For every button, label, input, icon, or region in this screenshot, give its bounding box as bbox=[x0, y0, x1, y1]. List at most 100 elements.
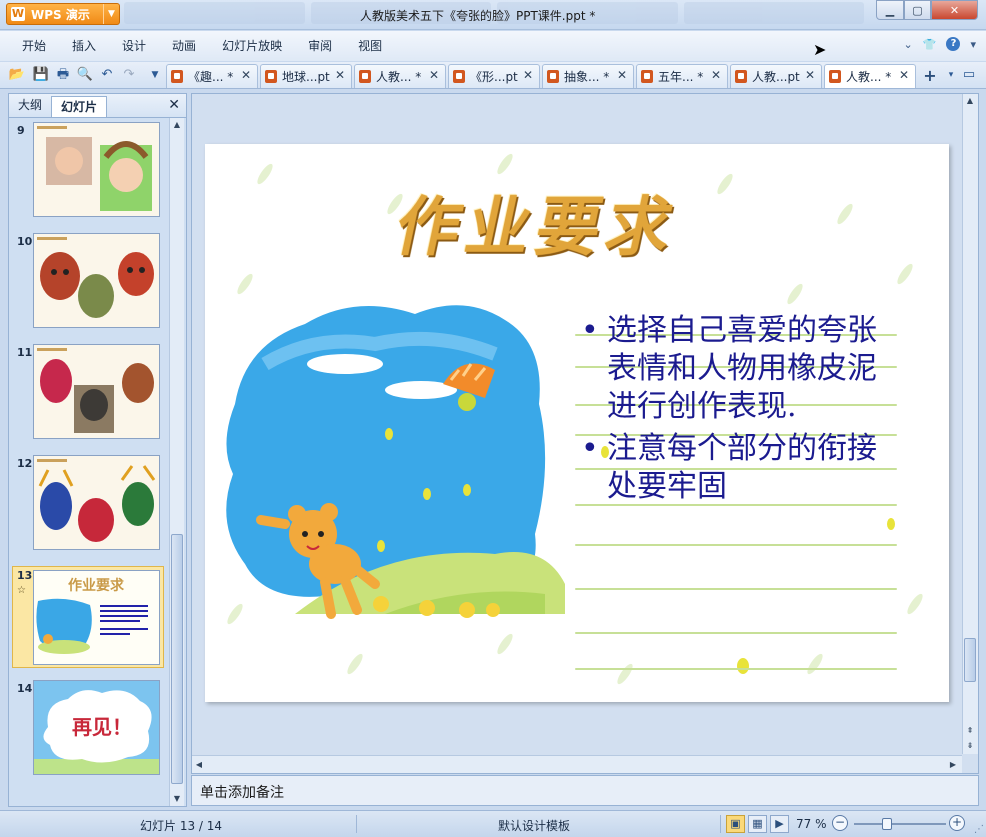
window-list-icon[interactable]: ▭ bbox=[960, 66, 978, 84]
close-tab-icon[interactable]: ✕ bbox=[523, 68, 533, 82]
menu-review[interactable]: 审阅 bbox=[295, 31, 345, 61]
doc-tab-label: 人教... * bbox=[846, 70, 892, 84]
tab-slides[interactable]: 幻灯片 bbox=[51, 96, 108, 117]
close-panel-icon[interactable]: ✕ bbox=[168, 97, 180, 113]
notes-pane[interactable]: 单击添加备注 bbox=[191, 775, 979, 806]
slide-body-textbox[interactable]: 选择自己喜爱的夸张表情和人物用橡皮泥进行创作表现. 注意每个部分的衔接处要牢固 bbox=[579, 312, 897, 510]
window-title: 人教版美术五下《夸张的脸》PPT课件.ppt * bbox=[360, 9, 596, 23]
menu-right-tools: ⌄ 👕 ? ▾ bbox=[904, 37, 976, 51]
bullet-item: 注意每个部分的衔接处要牢固 bbox=[579, 430, 897, 506]
ppt-file-icon bbox=[453, 70, 465, 83]
redo-icon[interactable]: ↷ bbox=[120, 66, 138, 84]
editor-vertical-scrollbar[interactable]: ▲ ⇞ ⇟ bbox=[962, 94, 978, 754]
scroll-up-icon[interactable]: ▲ bbox=[963, 94, 977, 108]
doc-tab-label: 《形...pt bbox=[470, 70, 518, 84]
zoom-slider-thumb[interactable] bbox=[882, 818, 892, 830]
close-tab-icon[interactable]: ✕ bbox=[617, 68, 627, 82]
resize-grip-icon[interactable]: ⋰ bbox=[974, 824, 984, 835]
bullet-item: 选择自己喜爱的夸张表情和人物用橡皮泥进行创作表现. bbox=[579, 312, 897, 426]
doc-tab[interactable]: 《趣... * ✕ bbox=[166, 64, 258, 88]
open-icon[interactable]: 📂 bbox=[8, 66, 26, 84]
scroll-down-icon[interactable]: ▼ bbox=[170, 792, 184, 806]
slide-title[interactable]: 作业要求 bbox=[388, 176, 688, 268]
notes-placeholder[interactable]: 单击添加备注 bbox=[200, 782, 284, 802]
slide-thumbnail[interactable]: 9 bbox=[13, 122, 165, 220]
thumbnail-scrollbar[interactable]: ▲ ▼ bbox=[169, 118, 184, 806]
menu-slideshow[interactable]: 幻灯片放映 bbox=[209, 31, 295, 61]
slide-thumbnail-selected[interactable]: 13 ☆ 作业要求 bbox=[12, 566, 164, 668]
print-preview-icon[interactable]: 🔍 bbox=[76, 66, 94, 84]
animation-star-icon: ☆ bbox=[17, 585, 26, 596]
slide-preview: 再见！ bbox=[33, 680, 160, 775]
normal-view-icon[interactable]: ▣ bbox=[726, 815, 745, 833]
design-template-name[interactable]: 默认设计模板 bbox=[498, 817, 570, 834]
editor-horizontal-scrollbar[interactable]: ◀ ▶ bbox=[192, 755, 962, 773]
slide-thumbnail[interactable]: 12 bbox=[13, 455, 165, 553]
previous-slide-icon[interactable]: ⇞ bbox=[963, 724, 977, 738]
help-icon[interactable]: ? bbox=[946, 37, 961, 51]
scrollbar-thumb[interactable] bbox=[171, 534, 183, 784]
slideshow-view-icon[interactable]: ▶ bbox=[770, 815, 789, 833]
colorful-masks-image bbox=[34, 456, 159, 549]
app-label: WPS 演示 bbox=[31, 7, 90, 22]
close-tab-icon[interactable]: ✕ bbox=[805, 68, 815, 82]
doc-tab[interactable]: 《形...pt ✕ bbox=[448, 64, 540, 88]
doc-tab[interactable]: 地球...pt ✕ bbox=[260, 64, 352, 88]
maximize-button[interactable]: ▢ bbox=[904, 0, 931, 20]
doc-tab[interactable]: 人教...pt ✕ bbox=[730, 64, 822, 88]
menu-design[interactable]: 设计 bbox=[109, 31, 159, 61]
doc-tab[interactable]: 人教... * ✕ bbox=[354, 64, 446, 88]
zoom-slider-track[interactable] bbox=[854, 823, 946, 825]
scroll-up-icon[interactable]: ▲ bbox=[170, 118, 184, 132]
scrollbar-thumb[interactable] bbox=[964, 638, 976, 682]
toolbar: 📂 💾 🖶 🔍 ↶ ↷ ▼ 《趣... * ✕ 地球...pt ✕ 人教... … bbox=[0, 62, 986, 89]
doc-tab[interactable]: 五年... * ✕ bbox=[636, 64, 728, 88]
chevron-down-icon[interactable]: ▼ bbox=[103, 4, 119, 24]
thumbnail-list: 9 10 11 12 13 ☆ 作业要求 14 再见！ bbox=[9, 118, 169, 807]
next-slide-icon[interactable]: ⇟ bbox=[963, 739, 977, 753]
close-tab-icon[interactable]: ✕ bbox=[899, 68, 909, 82]
scroll-right-icon[interactable]: ▶ bbox=[946, 758, 960, 772]
slide-number: 13 bbox=[17, 569, 33, 582]
divider bbox=[720, 815, 721, 833]
scroll-left-icon[interactable]: ◀ bbox=[192, 758, 206, 772]
menu-insert[interactable]: 插入 bbox=[59, 31, 109, 61]
slide-number: 11 bbox=[17, 346, 33, 359]
close-tab-icon[interactable]: ✕ bbox=[335, 68, 345, 82]
menu-view[interactable]: 视图 bbox=[345, 31, 395, 61]
close-button[interactable]: ✕ bbox=[931, 0, 978, 20]
close-tab-icon[interactable]: ✕ bbox=[241, 68, 251, 82]
zoom-out-icon[interactable]: − bbox=[832, 815, 848, 831]
slide-sorter-view-icon[interactable]: ▦ bbox=[748, 815, 767, 833]
chevron-down-icon[interactable]: ⌄ bbox=[904, 38, 913, 51]
doc-tab-label: 人教...pt bbox=[752, 70, 800, 84]
wps-app-menu-button[interactable]: W WPS 演示 ▼ bbox=[6, 3, 120, 25]
current-slide[interactable]: 作业要求 选择自己喜爱的夸张表情和人物用橡皮泥进行创作表现. 注意每个部分的衔接… bbox=[205, 144, 949, 702]
print-icon[interactable]: 🖶 bbox=[54, 66, 72, 84]
chevron-down-icon[interactable]: ▾ bbox=[942, 66, 960, 84]
doc-tab-active[interactable]: 人教... * ✕ bbox=[824, 64, 916, 88]
customize-icon[interactable]: ▼ bbox=[146, 66, 164, 84]
zoom-in-icon[interactable]: + bbox=[949, 815, 965, 831]
chevron-down-icon[interactable]: ▾ bbox=[970, 38, 976, 51]
doc-tab[interactable]: 抽象... * ✕ bbox=[542, 64, 634, 88]
ruled-line bbox=[575, 632, 897, 634]
slide-number: 9 bbox=[17, 124, 25, 137]
menu-home[interactable]: 开始 bbox=[0, 31, 59, 61]
save-icon[interactable]: 💾 bbox=[32, 66, 50, 84]
close-tab-icon[interactable]: ✕ bbox=[429, 68, 439, 82]
slide-thumbnail[interactable]: 10 bbox=[13, 233, 165, 331]
status-bar: 幻灯片 13 / 14 默认设计模板 ▣ ▦ ▶ 77 % − + ⋰ bbox=[0, 810, 986, 837]
new-tab-button[interactable]: + bbox=[919, 66, 941, 86]
slide-thumbnail[interactable]: 11 bbox=[13, 344, 165, 442]
faces-photos-image bbox=[34, 123, 159, 216]
minimize-button[interactable]: ▁ bbox=[876, 0, 904, 20]
skin-shirt-icon[interactable]: 👕 bbox=[923, 38, 937, 51]
zoom-level[interactable]: 77 % bbox=[796, 817, 827, 831]
tab-outline[interactable]: 大纲 bbox=[9, 94, 51, 117]
close-tab-icon[interactable]: ✕ bbox=[711, 68, 721, 82]
menu-animation[interactable]: 动画 bbox=[159, 31, 209, 61]
slide-thumbnail[interactable]: 14 再见！ bbox=[13, 680, 165, 778]
undo-icon[interactable]: ↶ bbox=[98, 66, 116, 84]
ppt-file-icon bbox=[735, 70, 747, 83]
